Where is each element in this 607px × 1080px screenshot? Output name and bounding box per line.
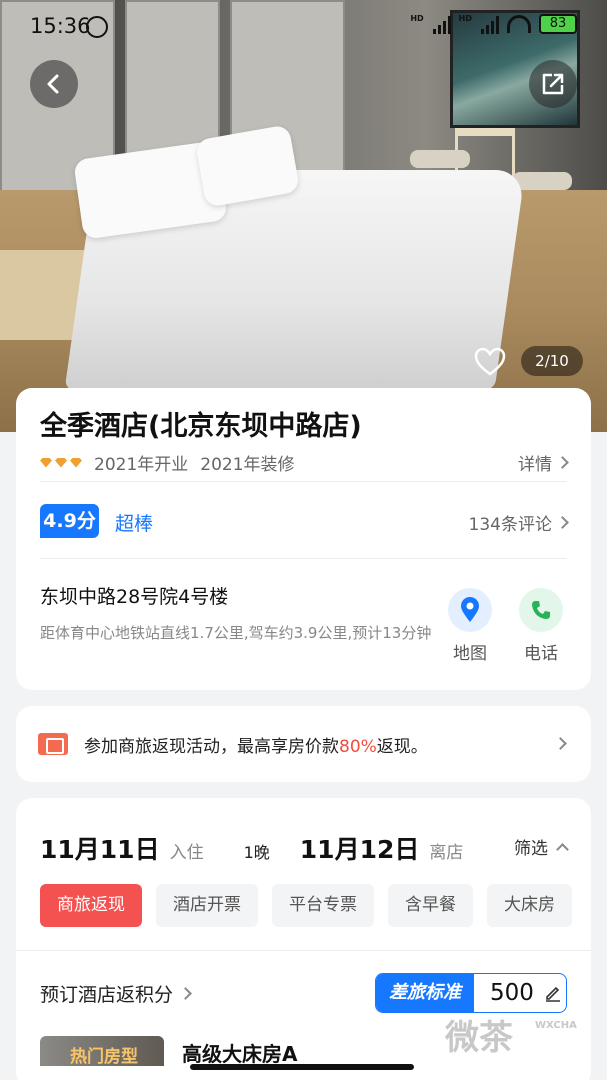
hot-room-tag: 热门房型 (70, 1047, 138, 1067)
checkout-date: 11月12日 (299, 835, 420, 864)
tag-big-bed[interactable]: 大床房 (487, 884, 572, 927)
distance-info: 距体育中心地铁站直线1.7公里,驾车约3.9公里,预计13分钟 (40, 624, 432, 642)
promo-banner[interactable]: 参加商旅返现活动，最高享房价款80%返现。 (16, 706, 591, 782)
hotel-address: 东坝中路28号院4号楼 (40, 586, 229, 608)
divider (16, 950, 591, 951)
hotel-photo-gallery[interactable]: 15:36 HD HD 83 2/10 (0, 0, 607, 432)
chevron-right-icon (179, 987, 192, 1000)
details-label: 详情 (518, 455, 552, 475)
room-thumbnail[interactable]: 热门房型 (40, 1036, 164, 1067)
promo-text-part: 返现。 (376, 737, 428, 757)
details-link[interactable]: 详情 (518, 450, 569, 475)
hotel-name: 全季酒店(北京东坝中路店) (40, 411, 362, 442)
renovated-year: 2021年装修 (200, 455, 295, 475)
room-name[interactable]: 高级大床房A (182, 1038, 297, 1067)
map-label: 地图 (453, 644, 487, 664)
points-link[interactable]: 预订酒店返积分 (40, 980, 192, 1007)
score-badge: 4.9分 (40, 504, 99, 538)
standard-value: 500 (490, 980, 534, 1006)
status-icons: HD HD 83 (410, 14, 577, 34)
map-button[interactable]: 地图 (440, 588, 500, 664)
chevron-right-icon (556, 456, 569, 469)
reviews-link[interactable]: 134条评论 (468, 510, 569, 535)
promo-text: 参加商旅返现活动，最高享房价款80%返现。 (84, 732, 428, 757)
hd-icon: HD (410, 14, 424, 23)
reviews-count: 134条评论 (468, 515, 552, 535)
nights-count: 1晚 (243, 843, 270, 862)
watermark-tag: WXCHA (535, 1020, 577, 1031)
date-selector[interactable]: 11月11日 入住 1晚 11月12日 离店 (40, 830, 463, 866)
divider (40, 558, 567, 559)
opened-year: 2021年开业 (94, 455, 189, 475)
hotel-meta: 2021年开业 2021年装修 (40, 450, 295, 475)
filter-button[interactable]: 筛选 (514, 834, 569, 859)
floor-cushion (410, 150, 470, 168)
phone-icon (519, 588, 563, 632)
chevron-up-icon (556, 842, 569, 856)
watermark-logo: 微茶 (445, 1018, 513, 1058)
travel-standard[interactable]: 差旅标准 500 (375, 973, 567, 1013)
standard-label: 差旅标准 (376, 974, 474, 1012)
share-icon (542, 73, 564, 95)
checkin-date: 11月11日 (40, 835, 160, 864)
points-label: 预订酒店返积分 (40, 984, 174, 1006)
image-counter: 2/10 (521, 346, 583, 376)
promo-text-part: 参加商旅返现活动，最高享房价款 (84, 737, 339, 757)
tag-invoice[interactable]: 酒店开票 (156, 884, 258, 927)
score-word: 超棒 (115, 513, 154, 535)
battery-icon: 83 (539, 14, 577, 34)
edit-icon (545, 986, 560, 1002)
nightstand (0, 250, 85, 340)
tag-special-invoice[interactable]: 平台专票 (272, 884, 374, 927)
status-time: 15:36 (30, 14, 91, 38)
heart-icon[interactable] (474, 347, 506, 377)
coupon-icon (38, 733, 68, 755)
checkin-label: 入住 (169, 843, 204, 863)
standard-value-field[interactable]: 500 (474, 974, 566, 1012)
signal-icon (481, 14, 499, 34)
share-button[interactable] (529, 60, 577, 108)
filter-label: 筛选 (514, 839, 548, 859)
floor-cushion (512, 172, 572, 190)
signal-icon (432, 14, 451, 34)
wifi-icon (507, 15, 531, 33)
chevron-right-icon (556, 516, 569, 529)
chevron-left-icon (47, 74, 59, 94)
divider (40, 481, 567, 482)
alarm-icon (86, 16, 108, 38)
hd-icon: HD (458, 14, 472, 23)
hotel-info-card: 全季酒店(北京东坝中路店) 2021年开业 2021年装修 详情 4.9分 超棒… (16, 388, 591, 690)
filter-tags: 商旅返现 酒店开票 平台专票 含早餐 大床房 (40, 884, 572, 927)
promo-highlight: 80% (339, 737, 377, 757)
diamond-rating-icon (40, 457, 82, 468)
checkout-label: 离店 (429, 843, 464, 863)
phone-button[interactable]: 电话 (511, 588, 571, 664)
map-pin-icon (448, 588, 492, 632)
tag-breakfast[interactable]: 含早餐 (388, 884, 473, 927)
tag-cashback[interactable]: 商旅返现 (40, 884, 142, 927)
back-button[interactable] (30, 60, 78, 108)
home-indicator[interactable] (190, 1064, 414, 1070)
phone-label: 电话 (524, 644, 558, 664)
chevron-right-icon (554, 737, 567, 750)
